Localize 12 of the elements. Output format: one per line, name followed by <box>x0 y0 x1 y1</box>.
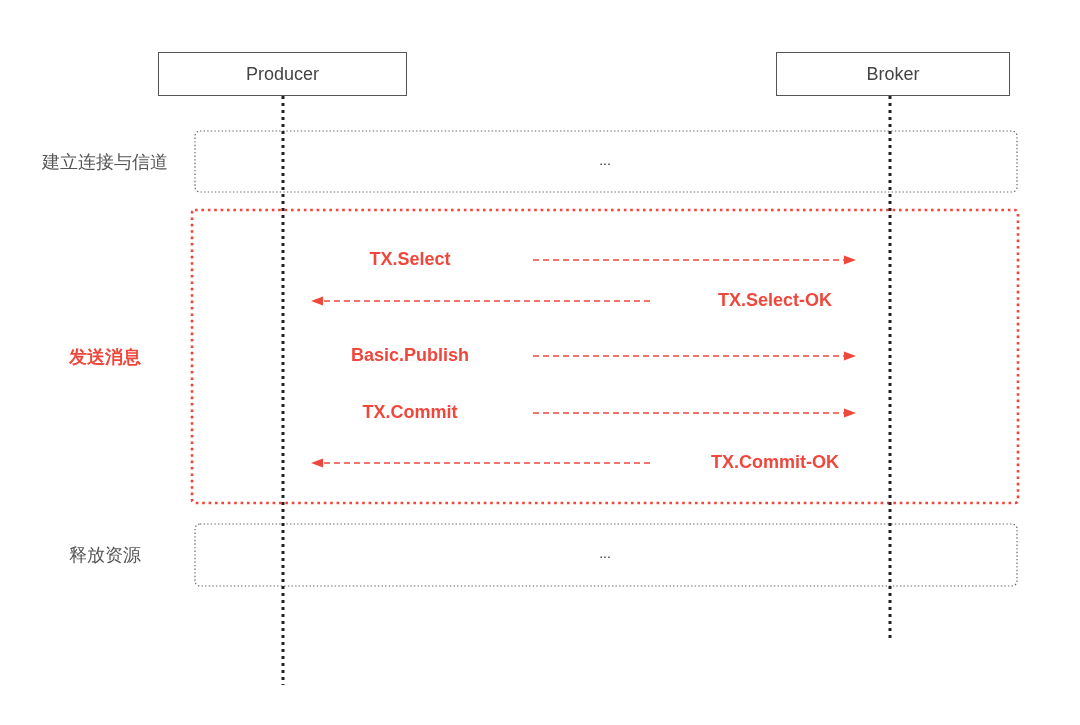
message-label: TX.Commit-OK <box>711 450 839 474</box>
ellipsis-text: ... <box>599 543 611 563</box>
message-label: TX.Commit <box>362 400 458 424</box>
participant-box: Producer <box>158 52 407 96</box>
participant-box: Broker <box>776 52 1010 96</box>
section-label: 释放资源 <box>69 543 141 567</box>
message-label: TX.Select-OK <box>718 288 832 312</box>
message-label: TX.Select <box>369 247 451 271</box>
section-label: 建立连接与信道 <box>42 150 168 173</box>
ellipsis-text: ... <box>599 150 611 169</box>
message-label: Basic.Publish <box>351 343 469 367</box>
section-label: 发送消息 <box>69 345 141 368</box>
